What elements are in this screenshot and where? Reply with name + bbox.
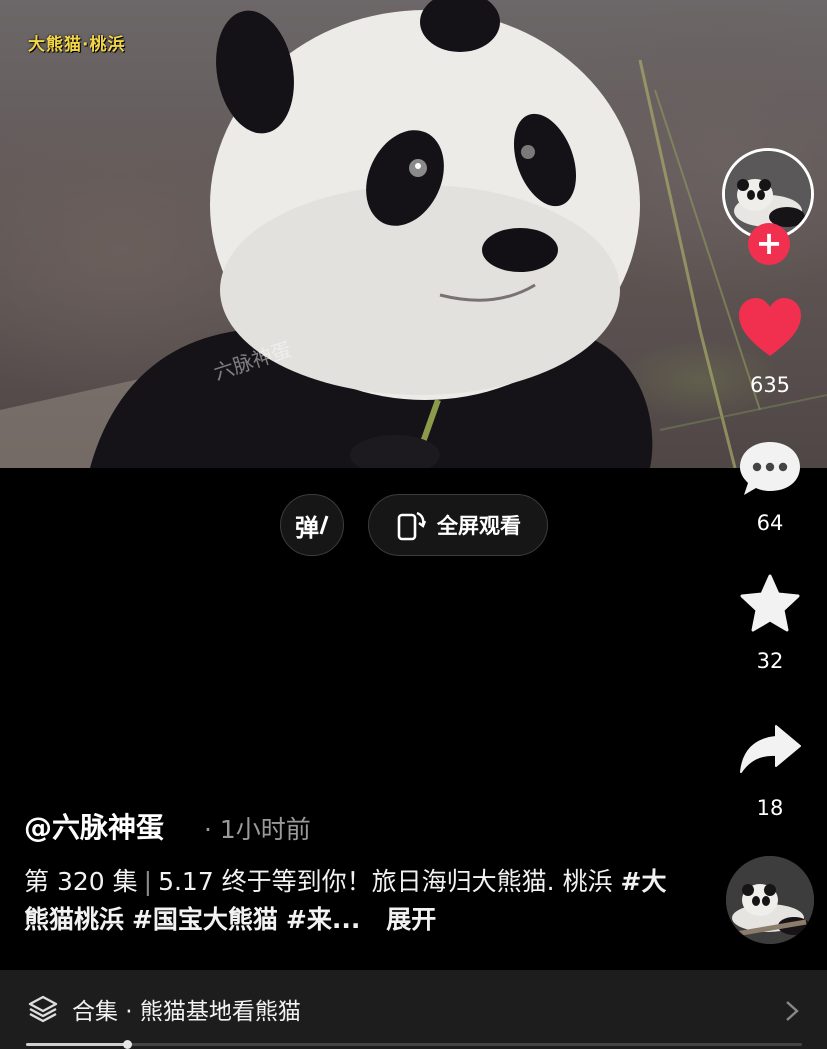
video-player[interactable]: 大熊猫·桃浜 六脉神蛋 <box>0 0 827 468</box>
music-disc-avatar[interactable] <box>726 856 814 944</box>
disc-image <box>726 856 814 944</box>
comment-icon[interactable] <box>738 440 802 498</box>
collection-bar[interactable]: 合集 · 熊猫基地看熊猫 <box>0 970 827 1049</box>
caption-separator: | <box>143 867 153 896</box>
stack-icon <box>28 995 58 1023</box>
episode-label: 第 320 集 <box>24 867 138 896</box>
expand-button[interactable]: 展开 <box>386 905 436 934</box>
like-count: 635 <box>749 373 791 397</box>
hashtag[interactable]: #国宝大熊猫 <box>132 905 278 934</box>
video-progress-knob[interactable] <box>123 1040 132 1049</box>
share-count: 18 <box>756 796 784 820</box>
favorite-count: 32 <box>756 649 784 673</box>
video-progress-track[interactable] <box>26 1043 802 1046</box>
collection-label: 合集 · 熊猫基地看熊猫 <box>72 999 301 1025</box>
fullscreen-label: 全屏观看 <box>437 514 521 538</box>
danmu-toggle-button[interactable]: 弹 <box>280 494 344 556</box>
fullscreen-button[interactable]: 全屏观看 <box>368 494 548 556</box>
caption: 第 320 集 | 5.17 终于等到你！旅日海归大熊猫. 桃浜 #大熊猫桃浜 #国… <box>24 863 684 939</box>
star-icon[interactable] <box>738 573 802 635</box>
video-progress-fill <box>26 1043 127 1046</box>
danmu-label: 弹 <box>295 513 319 542</box>
author-name[interactable]: @六脉神蛋 <box>24 806 164 846</box>
rotate-screen-icon <box>397 511 427 541</box>
panda-image <box>0 0 827 468</box>
slash-icon <box>319 515 329 535</box>
share-icon[interactable] <box>738 722 802 776</box>
chevron-right-icon <box>786 1001 799 1021</box>
comment-count: 64 <box>756 511 784 535</box>
heart-icon[interactable] <box>737 296 803 358</box>
caption-text: 5.17 终于等到你！旅日海归大熊猫. 桃浜 <box>158 867 613 896</box>
follow-button[interactable]: + <box>748 223 790 265</box>
channel-watermark: 大熊猫·桃浜 <box>28 35 126 55</box>
post-time: · 1小时前 <box>204 815 311 844</box>
hashtag[interactable]: #来... <box>286 905 360 934</box>
